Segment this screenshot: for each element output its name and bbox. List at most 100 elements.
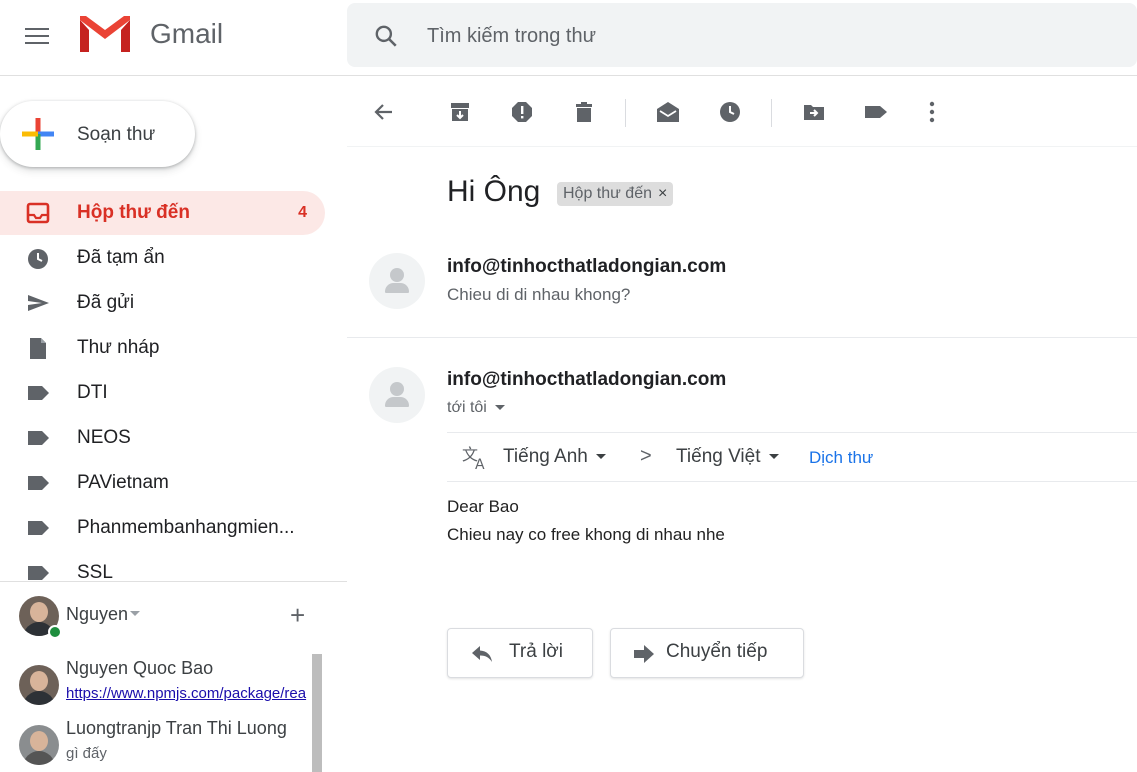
hangouts-panel: Nguyen + Nguyen Quoc Bao https://www.npm… xyxy=(0,581,347,772)
translate-bar: 文 A Tiếng Anh > Tiếng Việt Dịch thư xyxy=(447,432,1137,482)
sidebar-item-ssl[interactable]: SSL xyxy=(0,551,325,581)
sidebar-item-sent[interactable]: Đã gửi xyxy=(0,281,325,325)
sidebar-item-inbox[interactable]: Hộp thư đến 4 xyxy=(0,191,325,235)
sender-avatar xyxy=(369,367,425,423)
compose-plus-icon xyxy=(22,118,54,150)
sender-email: info@tinhocthatladongian.com xyxy=(447,256,727,277)
avatar xyxy=(19,665,59,705)
sidebar-item-drafts[interactable]: Thư nháp xyxy=(0,326,325,370)
delete-button[interactable] xyxy=(569,97,599,127)
user-menu-chevron-down-icon[interactable] xyxy=(130,611,140,616)
label-chip-text: Hộp thư đến xyxy=(563,185,652,202)
sidebar-item-label: Hộp thư đến xyxy=(77,202,190,223)
compose-label: Soạn thư xyxy=(77,124,156,145)
sidebar-item-snoozed[interactable]: Đã tạm ẩn xyxy=(0,236,325,280)
hangouts-contact[interactable]: Nguyen Quoc Bao https://www.npmjs.com/pa… xyxy=(0,652,312,712)
sidebar-item-dti[interactable]: DTI xyxy=(0,371,325,415)
translate-message-link[interactable]: Dịch thư xyxy=(809,448,873,468)
search-input[interactable] xyxy=(425,21,1025,51)
compose-button[interactable]: Soạn thư xyxy=(0,101,195,167)
snooze-button[interactable] xyxy=(715,97,745,127)
gmail-logo-icon[interactable] xyxy=(78,14,132,54)
forward-button[interactable]: Chuyển tiếp xyxy=(610,628,804,678)
contact-name: Nguyen Quoc Bao xyxy=(66,658,214,678)
recipient-details[interactable]: tới tôi xyxy=(447,399,505,417)
more-options-button[interactable] xyxy=(917,97,947,127)
draft-icon xyxy=(30,338,46,359)
forward-icon xyxy=(634,645,654,663)
message-body-line: Dear Bao xyxy=(447,497,519,516)
label-icon xyxy=(28,521,49,535)
sidebar-item-label: NEOS xyxy=(77,427,131,448)
report-spam-button[interactable] xyxy=(507,97,537,127)
hangouts-user[interactable]: Nguyen + xyxy=(0,582,347,646)
sidebar-item-label: Thư nháp xyxy=(77,337,160,358)
back-icon xyxy=(374,104,392,120)
source-language-chevron-down-icon xyxy=(595,454,606,460)
reply-label: Trả lời xyxy=(509,641,563,662)
chevron-right-icon: > xyxy=(640,445,652,467)
delete-icon xyxy=(576,102,592,122)
hangouts-contact[interactable]: Luongtranjp Tran Thi Luong gì đấy xyxy=(0,712,312,772)
app-name[interactable]: Gmail xyxy=(150,18,223,50)
sender-email: info@tinhocthatladongian.com xyxy=(447,369,727,390)
sidebar-item-pavietnam[interactable]: PAVietnam xyxy=(0,461,325,505)
main-menu-icon[interactable] xyxy=(22,22,52,52)
svg-text:A: A xyxy=(475,457,485,470)
collapsed-message[interactable]: info@tinhocthatladongian.com Chieu di di… xyxy=(347,237,1137,337)
sidebar-item-label: SSL xyxy=(77,562,113,581)
back-button[interactable] xyxy=(369,97,399,127)
archive-button[interactable] xyxy=(445,97,475,127)
avatar xyxy=(19,725,59,765)
translate-icon: 文 A xyxy=(462,445,485,470)
labels-button[interactable] xyxy=(861,97,891,127)
source-language-label: Tiếng Anh xyxy=(503,446,588,467)
mark-unread-button[interactable] xyxy=(653,97,683,127)
move-to-button[interactable] xyxy=(799,97,829,127)
hangouts-user-name: Nguyen xyxy=(66,604,129,624)
message-body-line: Chieu nay co free khong di nhau nhe xyxy=(447,525,725,544)
target-language-label: Tiếng Việt xyxy=(676,446,761,467)
inbox-icon xyxy=(26,202,50,224)
top-header: Gmail xyxy=(0,0,1137,76)
forward-label: Chuyển tiếp xyxy=(666,641,768,662)
target-language-dropdown[interactable]: Tiếng Việt xyxy=(676,446,779,468)
message-toolbar xyxy=(347,77,1137,147)
send-icon xyxy=(28,295,49,311)
label-icon xyxy=(28,431,49,445)
labels-icon xyxy=(865,106,887,118)
sidebar-item-neos[interactable]: NEOS xyxy=(0,416,325,460)
sidebar-item-phanmembanhang[interactable]: Phanmembanhangmien... xyxy=(0,506,325,550)
sidebar-item-label: Phanmembanhangmien... xyxy=(77,517,295,538)
online-status-icon xyxy=(48,625,62,639)
mark-unread-icon xyxy=(657,102,679,122)
search-icon[interactable] xyxy=(373,23,399,49)
snooze-icon xyxy=(720,102,740,122)
move-to-icon xyxy=(804,105,824,120)
contact-name: Luongtranjp Tran Thi Luong xyxy=(66,718,287,738)
new-conversation-plus-icon[interactable]: + xyxy=(290,602,305,628)
more-icon xyxy=(929,101,935,123)
email-subject: Hi Ông xyxy=(447,175,541,208)
clock-icon xyxy=(28,249,48,269)
sidebar-item-label: PAVietnam xyxy=(77,472,169,493)
report-spam-icon xyxy=(512,102,532,122)
source-language-dropdown[interactable]: Tiếng Anh xyxy=(503,446,606,468)
label-icon xyxy=(28,566,49,580)
remove-label-close-icon[interactable]: × xyxy=(658,185,667,202)
hangouts-scrollbar[interactable] xyxy=(312,654,322,772)
sidebar: Soạn thư Hộp thư đến 4 Đã tạm ẩn Đã gửi … xyxy=(0,77,347,772)
search-bar[interactable] xyxy=(347,3,1137,67)
reply-button[interactable]: Trả lời xyxy=(447,628,593,678)
message-snippet: Chieu di di nhau khong? xyxy=(447,285,631,304)
label-icon xyxy=(28,476,49,490)
recipient-label: tới tôi xyxy=(447,399,487,416)
sidebar-item-label: Đã tạm ẩn xyxy=(77,247,165,268)
message-view: Hi Ông Hộp thư đến × info@tinhocthatladon… xyxy=(347,77,1137,771)
archive-icon xyxy=(451,103,469,121)
reply-icon xyxy=(472,646,492,662)
inbox-label-chip[interactable]: Hộp thư đến × xyxy=(557,182,674,206)
contact-message-link[interactable]: https://www.npmjs.com/package/rea xyxy=(66,685,312,702)
unread-count-badge: 4 xyxy=(298,204,307,221)
recipient-chevron-down-icon[interactable] xyxy=(494,405,505,411)
